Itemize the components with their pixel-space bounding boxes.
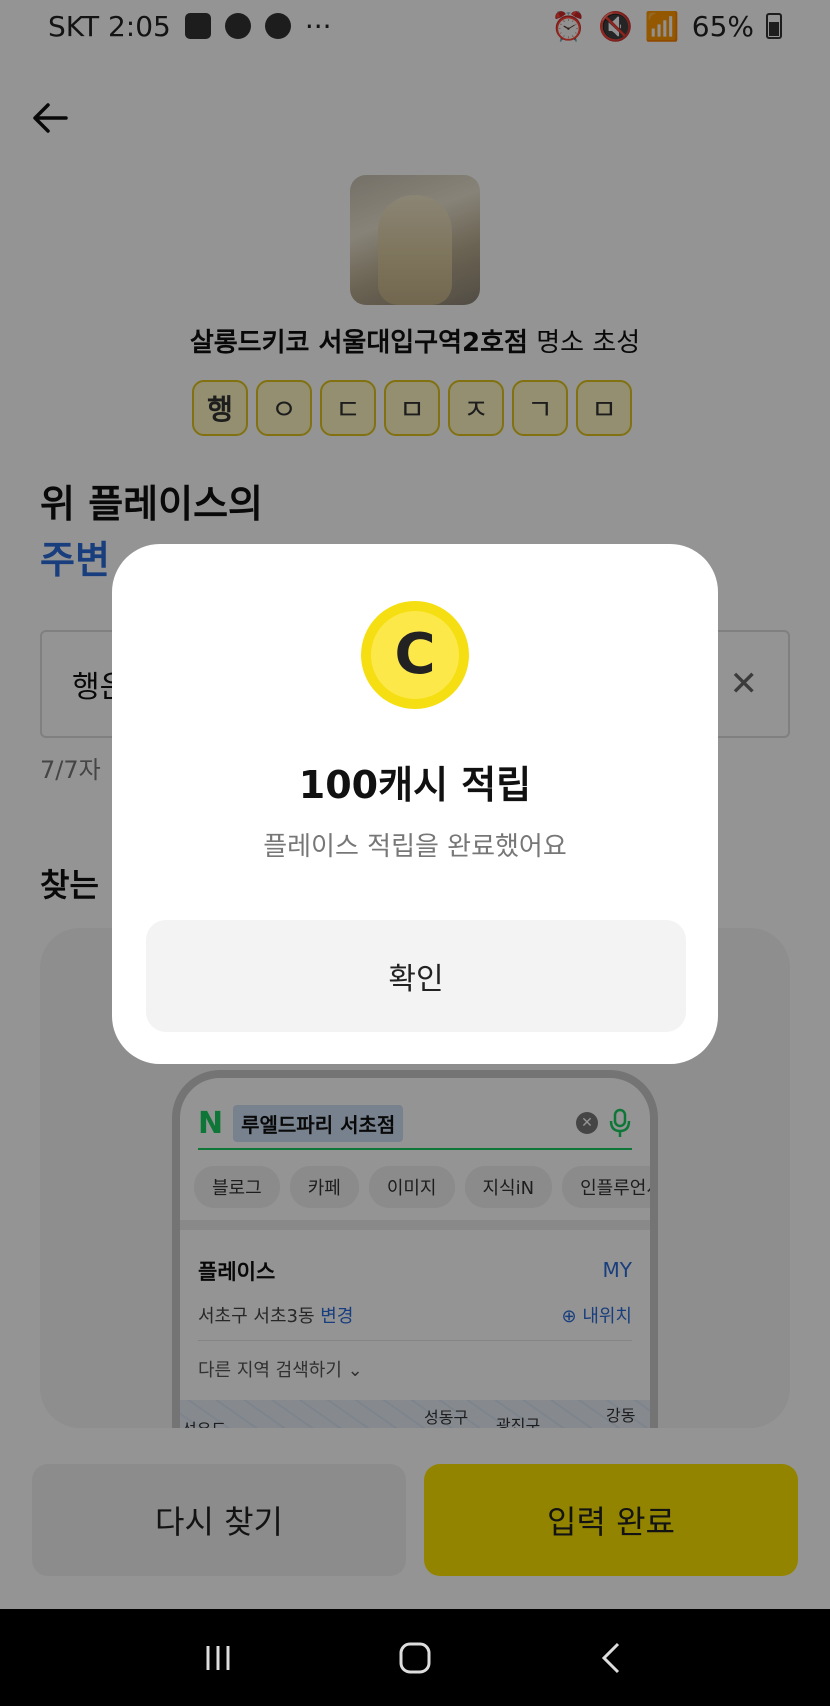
recent-apps-icon[interactable]: [198, 1638, 238, 1678]
coin-letter: C: [394, 622, 435, 687]
confirm-button[interactable]: 확인: [146, 920, 686, 1032]
dialog-title: 100캐시 적립: [298, 763, 532, 807]
back-icon[interactable]: [592, 1638, 632, 1678]
home-icon[interactable]: [395, 1638, 435, 1678]
cash-coin-icon: C: [361, 601, 469, 709]
reward-dialog: C 100캐시 적립 플레이스 적립을 완료했어요 확인: [112, 544, 718, 1064]
dialog-subtitle: 플레이스 적립을 완료했어요: [263, 832, 567, 862]
system-nav-bar: [0, 1609, 830, 1706]
